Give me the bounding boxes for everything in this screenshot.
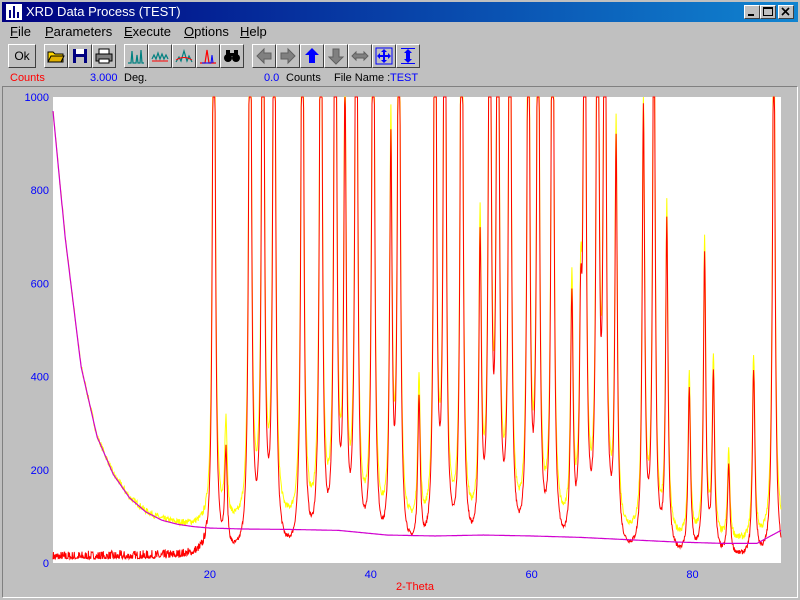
arrow-up-icon <box>305 48 319 63</box>
save-button[interactable] <box>68 44 92 68</box>
close-icon <box>781 7 790 16</box>
y-tick-label: 200 <box>31 465 49 477</box>
ok-label: Ok <box>14 49 30 63</box>
scroll-right-button[interactable] <box>276 44 300 68</box>
menu-parameters[interactable]: Parameters <box>45 24 112 39</box>
status-counts-label: Counts <box>10 72 45 84</box>
y-tick-label: 0 <box>43 558 49 570</box>
zoom-horizontal-button[interactable] <box>348 44 372 68</box>
x-tick-label: 60 <box>526 569 538 581</box>
minimize-icon <box>748 14 754 16</box>
x-tick-label: 40 <box>365 569 377 581</box>
y-tick-label: 1000 <box>25 92 49 104</box>
fit-all-button[interactable] <box>372 44 396 68</box>
peak-search-button[interactable] <box>196 44 220 68</box>
status-bar: Counts 3.000 Deg. 0.0 Counts File Name :… <box>2 70 798 86</box>
toolbar: Ok <box>2 42 798 70</box>
ok-button[interactable]: Ok <box>8 44 36 68</box>
menu-options[interactable]: Options <box>184 24 229 39</box>
menu-file[interactable]: File <box>10 24 31 39</box>
expand-vertical-icon <box>401 48 415 64</box>
expand-horizontal-icon <box>351 50 369 62</box>
y-tick-label: 600 <box>31 278 49 290</box>
find-button[interactable] <box>220 44 244 68</box>
status-file-label: File Name : <box>334 72 391 84</box>
scroll-up-button[interactable] <box>300 44 324 68</box>
menu-execute[interactable]: Execute <box>124 24 171 39</box>
maximize-button[interactable] <box>760 5 776 19</box>
peaks-raw-icon <box>128 49 144 64</box>
x-tick-label: 20 <box>204 569 216 581</box>
menu-bar: File Parameters Execute Options Help <box>2 22 798 42</box>
expand-all-icon <box>375 47 393 65</box>
arrow-left-icon <box>256 47 272 65</box>
print-button[interactable] <box>92 44 116 68</box>
smooth-curve-icon <box>151 51 169 62</box>
app-icon <box>6 4 22 20</box>
status-deg-value: 3.000 <box>90 72 118 84</box>
floppy-icon <box>73 49 87 63</box>
window-title: XRD Data Process (TEST) <box>26 4 181 19</box>
status-counts-unit: Counts <box>286 72 321 84</box>
status-deg-unit: Deg. <box>124 72 148 84</box>
maximize-icon <box>763 7 773 16</box>
menu-help[interactable]: Help <box>240 24 267 39</box>
peak-search-icon <box>200 49 216 64</box>
zoom-vertical-button[interactable] <box>396 44 420 68</box>
arrow-down-icon <box>327 48 345 65</box>
background-button[interactable] <box>172 44 196 68</box>
y-tick-label: 800 <box>31 185 49 197</box>
y-tick-label: 400 <box>31 372 49 384</box>
smooth-button[interactable] <box>148 44 172 68</box>
close-button[interactable] <box>778 5 794 19</box>
x-tick-label: 80 <box>686 569 698 581</box>
minimize-button[interactable] <box>744 5 760 19</box>
binoculars-icon <box>224 50 240 62</box>
title-bar: XRD Data Process (TEST) <box>2 2 798 22</box>
background-fit-icon <box>175 48 193 63</box>
raw-data-button[interactable] <box>124 44 148 68</box>
plot-frame: 0 200 400 600 800 1000 20 40 60 80 2-Theta <box>2 86 798 598</box>
arrow-right-icon <box>280 47 296 65</box>
status-file-value: TEST <box>390 72 419 84</box>
open-button[interactable] <box>44 44 68 68</box>
x-axis-label: 2-Theta <box>396 581 435 593</box>
open-folder-icon <box>47 51 65 63</box>
xrd-chart[interactable]: 0 200 400 600 800 1000 20 40 60 80 2-Theta <box>3 87 797 597</box>
scroll-left-button[interactable] <box>252 44 276 68</box>
scroll-down-button[interactable] <box>324 44 348 68</box>
status-counts-value: 0.0 <box>264 72 280 84</box>
printer-icon <box>95 48 113 64</box>
